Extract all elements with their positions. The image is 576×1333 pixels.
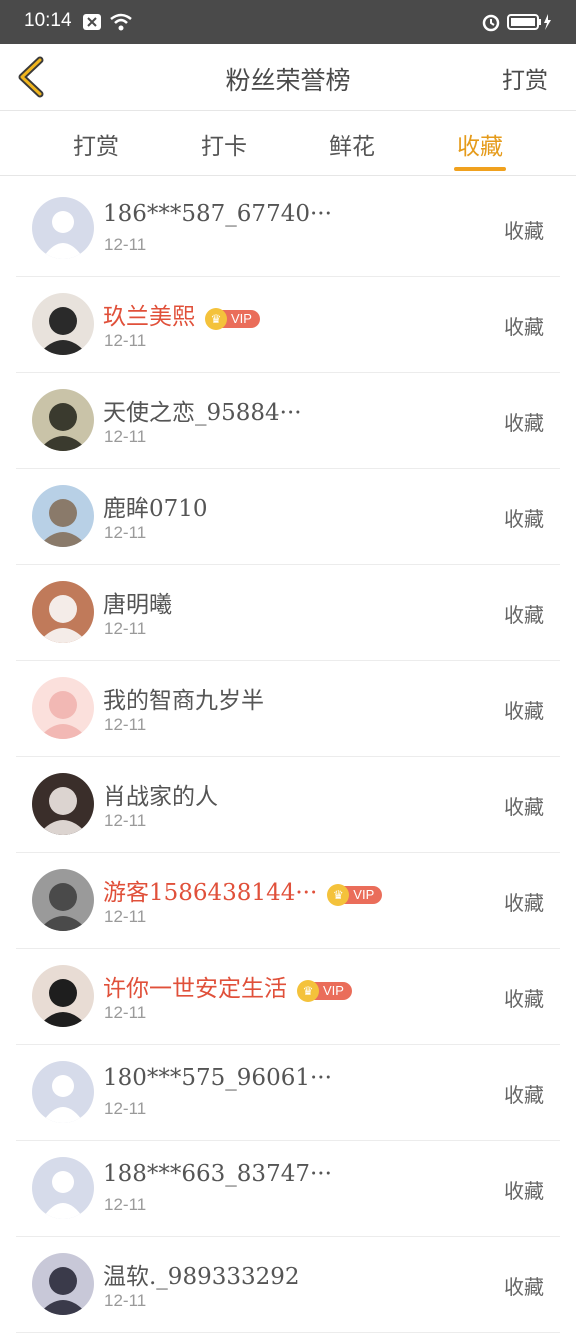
reward-button[interactable]: 打赏 bbox=[502, 61, 548, 95]
user-name-text: 温软._989333292 bbox=[103, 1264, 300, 1290]
crown-icon: ♛ bbox=[205, 308, 227, 330]
user-name: 180***575_96061··· bbox=[103, 1065, 332, 1091]
user-name-text: 唐明曦 bbox=[103, 592, 172, 618]
favorite-action-label: 收藏 bbox=[504, 1179, 544, 1203]
user-name: 玖兰美熙 ♛ VIP bbox=[103, 297, 260, 331]
favorite-action-label: 收藏 bbox=[504, 795, 544, 819]
avatar[interactable] bbox=[32, 965, 94, 1027]
avatar[interactable] bbox=[32, 1157, 94, 1219]
list-item[interactable]: 188***663_83747··· 12-11 收藏 bbox=[16, 1141, 560, 1237]
list-item[interactable]: 天使之恋_95884··· 12-11 收藏 bbox=[16, 373, 560, 469]
avatar[interactable] bbox=[32, 581, 94, 643]
user-name-text: 鹿眸0710 bbox=[103, 496, 208, 522]
list-item[interactable]: 游客1586438144··· ♛ VIP 12-11 收藏 bbox=[16, 853, 560, 949]
crown-icon: ♛ bbox=[297, 980, 319, 1002]
date-label: 12-11 bbox=[104, 811, 147, 830]
date-label: 12-11 bbox=[104, 523, 147, 542]
favorite-action-label: 收藏 bbox=[504, 1083, 544, 1107]
tab-flowers[interactable]: 鲜花 bbox=[312, 127, 392, 161]
favorite-action-label: 收藏 bbox=[504, 219, 544, 243]
avatar[interactable] bbox=[32, 677, 94, 739]
user-name: 天使之恋_95884··· bbox=[103, 393, 302, 427]
avatar[interactable] bbox=[32, 197, 94, 259]
battery-icon bbox=[507, 12, 553, 36]
user-name: 温软._989333292 bbox=[103, 1257, 300, 1291]
user-name: 我的智商九岁半 bbox=[103, 681, 264, 715]
tab-reward[interactable]: 打赏 bbox=[56, 127, 136, 161]
avatar[interactable] bbox=[32, 869, 94, 931]
list-item[interactable]: 玖兰美熙 ♛ VIP 12-11 收藏 bbox=[16, 277, 560, 373]
status-bar: 10:14 bbox=[0, 0, 576, 44]
list-item[interactable]: 温软._989333292 12-11 收藏 bbox=[16, 1237, 560, 1333]
date-label: 12-11 bbox=[104, 1099, 147, 1118]
vip-badge: ♛ VIP bbox=[205, 305, 260, 330]
tab-favorites[interactable]: 收藏 bbox=[440, 127, 520, 171]
list-item[interactable]: 我的智商九岁半 12-11 收藏 bbox=[16, 661, 560, 757]
list-item[interactable]: 鹿眸0710 12-11 收藏 bbox=[16, 469, 560, 565]
avatar[interactable] bbox=[32, 485, 94, 547]
user-name: 许你一世安定生活 ♛ VIP bbox=[103, 969, 352, 1003]
avatar[interactable] bbox=[32, 389, 94, 451]
avatar[interactable] bbox=[32, 773, 94, 835]
tab-checkin[interactable]: 打卡 bbox=[184, 127, 264, 161]
date-label: 12-11 bbox=[104, 1195, 147, 1214]
favorite-action-label: 收藏 bbox=[504, 891, 544, 915]
user-name-text: 天使之恋_95884··· bbox=[103, 400, 302, 426]
date-label: 12-11 bbox=[104, 619, 147, 638]
app-header: 粉丝荣誉榜 打赏 bbox=[0, 44, 576, 111]
alarm-icon bbox=[481, 12, 501, 36]
user-name: 186***587_67740··· bbox=[103, 201, 332, 227]
favorite-action-label: 收藏 bbox=[504, 603, 544, 627]
notification-icon bbox=[82, 12, 102, 36]
favorite-action-label: 收藏 bbox=[504, 1275, 544, 1299]
list-item[interactable]: 186***587_67740··· 12-11 收藏 bbox=[16, 181, 560, 277]
page-title: 粉丝荣誉榜 bbox=[225, 66, 351, 95]
user-name: 鹿眸0710 bbox=[103, 489, 208, 523]
favorite-action-label: 收藏 bbox=[504, 315, 544, 339]
avatar[interactable] bbox=[32, 1253, 94, 1315]
active-tab-indicator bbox=[454, 167, 506, 171]
tab-bar: 打赏 打卡 鲜花 收藏 bbox=[0, 111, 576, 176]
user-name-text: 玖兰美熙 bbox=[103, 304, 195, 330]
list-item[interactable]: 180***575_96061··· 12-11 收藏 bbox=[16, 1045, 560, 1141]
user-name: 游客1586438144··· ♛ VIP bbox=[103, 873, 383, 907]
status-time: 10:14 bbox=[24, 10, 72, 31]
vip-badge: ♛ VIP bbox=[327, 881, 383, 906]
date-label: 12-11 bbox=[104, 331, 147, 350]
user-name: 唐明曦 bbox=[103, 585, 172, 619]
user-name-text: 许你一世安定生活 bbox=[103, 976, 287, 1002]
favorite-action-label: 收藏 bbox=[504, 411, 544, 435]
date-label: 12-11 bbox=[104, 1003, 147, 1022]
user-name-text: 肖战家的人 bbox=[103, 784, 218, 810]
date-label: 12-11 bbox=[104, 907, 147, 926]
avatar[interactable] bbox=[32, 1061, 94, 1123]
user-name: 肖战家的人 bbox=[103, 777, 218, 811]
vip-badge: ♛ VIP bbox=[297, 977, 352, 1002]
list-item[interactable]: 肖战家的人 12-11 收藏 bbox=[16, 757, 560, 853]
list-item[interactable]: 唐明曦 12-11 收藏 bbox=[16, 565, 560, 661]
wifi-icon bbox=[110, 12, 132, 36]
date-label: 12-11 bbox=[104, 427, 147, 446]
user-name-text: 188***663_83747··· bbox=[103, 1161, 332, 1187]
date-label: 12-11 bbox=[104, 715, 147, 734]
user-name-text: 我的智商九岁半 bbox=[103, 688, 264, 714]
favorite-action-label: 收藏 bbox=[504, 699, 544, 723]
date-label: 12-11 bbox=[104, 1291, 147, 1310]
user-name-text: 游客1586438144··· bbox=[103, 880, 318, 906]
favorite-action-label: 收藏 bbox=[504, 507, 544, 531]
user-name: 188***663_83747··· bbox=[103, 1161, 332, 1187]
user-name-text: 180***575_96061··· bbox=[103, 1065, 332, 1091]
avatar[interactable] bbox=[32, 293, 94, 355]
list-item[interactable]: 许你一世安定生活 ♛ VIP 12-11 收藏 bbox=[16, 949, 560, 1045]
date-label: 12-11 bbox=[104, 235, 147, 254]
favorite-action-label: 收藏 bbox=[504, 987, 544, 1011]
fan-list: 186***587_67740··· 12-11 收藏 玖兰美熙 ♛ VIP 12-11 收藏… bbox=[0, 181, 576, 1333]
user-name-text: 186***587_67740··· bbox=[103, 201, 332, 227]
